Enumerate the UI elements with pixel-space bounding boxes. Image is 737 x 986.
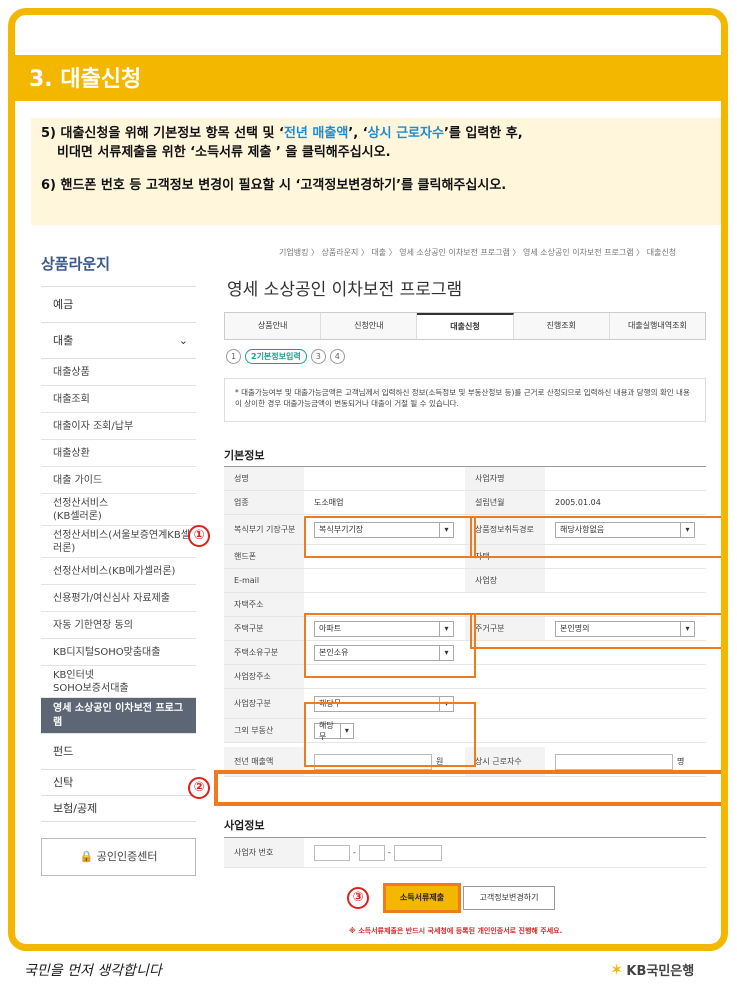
sidebar-item-loan[interactable]: 대출 ⌄	[41, 323, 196, 359]
marker-3: ③	[347, 887, 369, 909]
name-label: 성명	[224, 467, 304, 490]
regno-label: 사업자 번호	[224, 838, 304, 867]
brand-logo: ✶ KB국민은행	[610, 960, 695, 979]
sidebar-subitem-active[interactable]: 영세 소상공인 이차보전 프로그 램	[41, 698, 196, 734]
marker-1: ①	[188, 525, 210, 547]
sidebar-subitem[interactable]: 자동 기한연장 동의	[41, 612, 196, 639]
highlight-box-property	[470, 516, 721, 558]
email-label: E-mail	[224, 569, 304, 592]
sidebar-item-fund[interactable]: 펀드	[41, 734, 196, 770]
sidebar-subitem[interactable]: KB인터넷 SOHO보증서대출	[41, 666, 196, 698]
bizaddr-label: 사업장주소	[224, 665, 304, 688]
slogan-logo: 국민을 먼저 생각합니다	[24, 963, 162, 979]
regno-input-1[interactable]	[314, 844, 350, 861]
instruction-box: 5) 대출신청을 위해 기본정보 항목 선택 및 ‘전년 매출액’, ‘상시 근…	[31, 118, 721, 225]
biz-info-form: 사업자 번호 - -	[224, 837, 706, 868]
tab-apply-info[interactable]: 신청안내	[321, 313, 418, 339]
bizsite-value	[545, 569, 706, 592]
sidebar-subitem[interactable]: 대출조회	[41, 386, 196, 413]
cert-center-button[interactable]: 🔒 공인인증센터	[41, 838, 196, 876]
step-indicator: 1 2기본정보입력 3 4	[226, 349, 345, 364]
bookkeep-label: 복식부기 기장구분	[224, 515, 304, 544]
phone-label: 핸드폰	[224, 545, 304, 568]
workers-input[interactable]	[555, 753, 673, 770]
regno-input-2[interactable]	[358, 844, 385, 861]
tab-progress[interactable]: 진행조회	[513, 313, 610, 339]
sidebar-subitem[interactable]: 대출이자 조회/납부	[41, 413, 196, 440]
warning-text: ※ 소득서류제출은 반드시 국세청에 등록된 개인인증서로 진행해 주세요.	[349, 927, 563, 935]
sidebar-subitem[interactable]: 대출상환	[41, 440, 196, 467]
highlight-box-biz	[304, 702, 476, 767]
highlight-box-house	[304, 613, 476, 678]
slide-frame: 3. 대출신청 5) 대출신청을 위해 기본정보 항목 선택 및 ‘전년 매출액…	[8, 8, 728, 951]
instruction-line-2: 비대면 서류제출을 위한 ‘소득서류 제출 ’ 을 클릭해주십시오.	[57, 145, 391, 160]
instruction-line-3: 6) 핸드폰 번호 등 고객정보 변경이 필요할 시 ‘고객정보변경하기’를 클…	[41, 178, 507, 193]
biz-info-title: 사업정보	[224, 819, 265, 832]
step-2-current: 2기본정보입력	[245, 349, 307, 364]
tab-loan-apply[interactable]: 대출신청	[417, 313, 514, 339]
name-value	[304, 467, 465, 490]
workers-unit: 명	[677, 757, 685, 766]
bank-screen: 기업뱅킹 〉 상품라운지 〉 대출 〉 영세 소상공인 이차보전 프로그램 〉 …	[31, 225, 721, 943]
address-label: 자택주소	[224, 593, 304, 616]
section-title: 3. 대출신청	[29, 67, 142, 92]
highlight-box-sales	[214, 770, 721, 806]
highlight-box-residence	[470, 613, 721, 649]
sidebar-subitem[interactable]: 선정산서비스 (KB셀러론)	[41, 494, 196, 526]
chevron-down-icon: ⌄	[178, 334, 188, 347]
sidebar-title: 상품라운지	[41, 253, 196, 287]
change-customer-info-button[interactable]: 고객정보변경하기	[463, 886, 555, 910]
highlight-box-bookkeep	[304, 516, 476, 558]
sidebar-subitem[interactable]: 대출 가이드	[41, 467, 196, 494]
houseowner-label: 주택소유구분	[224, 641, 304, 664]
bizname-label: 사업자명	[465, 467, 545, 490]
sidebar-subitem[interactable]: 선정산서비스(서울보증연계KB셀 러론)	[41, 526, 196, 558]
sidebar-subitem[interactable]: 선정산서비스(KB메가셀러론)	[41, 558, 196, 585]
step-1: 1	[226, 349, 241, 364]
lock-icon: 🔒	[79, 850, 94, 863]
sidebar-item-insurance[interactable]: 보험/공제	[41, 796, 196, 822]
tab-execution-history[interactable]: 대출실행내역조회	[609, 313, 706, 339]
sidebar-subitem[interactable]: 신용평가/여신심사 자료제출	[41, 585, 196, 612]
breadcrumb: 기업뱅킹 〉 상품라운지 〉 대출 〉 영세 소상공인 이차보전 프로그램 〉 …	[279, 248, 677, 257]
step-4: 4	[329, 349, 345, 364]
tab-product-info[interactable]: 상품안내	[225, 313, 322, 339]
email-value	[304, 569, 465, 592]
sidebar-subitem[interactable]: 대출상품	[41, 359, 196, 386]
otherestate-label: 그외 부동산	[224, 719, 304, 742]
submit-income-docs-button[interactable]: 소득서류제출	[383, 883, 461, 913]
sidebar-subitem[interactable]: KB디지털SOHO맞춤대출	[41, 639, 196, 666]
sidebar-item-trust[interactable]: 신탁	[41, 770, 196, 796]
marker-2: ②	[188, 777, 210, 799]
founded-label: 설립년월	[465, 491, 545, 514]
housetype-label: 주택구분	[224, 617, 304, 640]
founded-value: 2005.01.04	[555, 498, 601, 507]
section-header: 3. 대출신청	[15, 55, 721, 101]
sidebar: 상품라운지 예금 대출 ⌄ 대출상품 대출조회 대출이자 조회/납부 대출상환 대…	[41, 253, 196, 876]
basic-info-title: 기본정보	[224, 449, 265, 462]
tab-bar: 상품안내 신청안내 대출신청 진행조회 대출실행내역조회	[224, 312, 706, 340]
kb-star-icon: ✶	[610, 960, 624, 979]
sidebar-item-deposit[interactable]: 예금	[41, 287, 196, 323]
page-title: 영세 소상공인 이차보전 프로그램	[227, 280, 463, 300]
notice-box: * 대출가능여부 및 대출가능금액은 고객님께서 입력하신 정보(소득정보 및 …	[224, 378, 706, 422]
industry-label: 업종	[224, 491, 304, 514]
step-3: 3	[310, 349, 326, 364]
regno-input-3[interactable]	[393, 844, 442, 861]
biztype-label: 사업장구분	[224, 689, 304, 718]
industry-value: 도소매업	[314, 498, 344, 507]
bizsite-label: 사업장	[465, 569, 545, 592]
instruction-line-1: 5) 대출신청을 위해 기본정보 항목 선택 및 ‘전년 매출액’, ‘상시 근…	[41, 126, 523, 141]
bizname-value	[545, 467, 706, 490]
